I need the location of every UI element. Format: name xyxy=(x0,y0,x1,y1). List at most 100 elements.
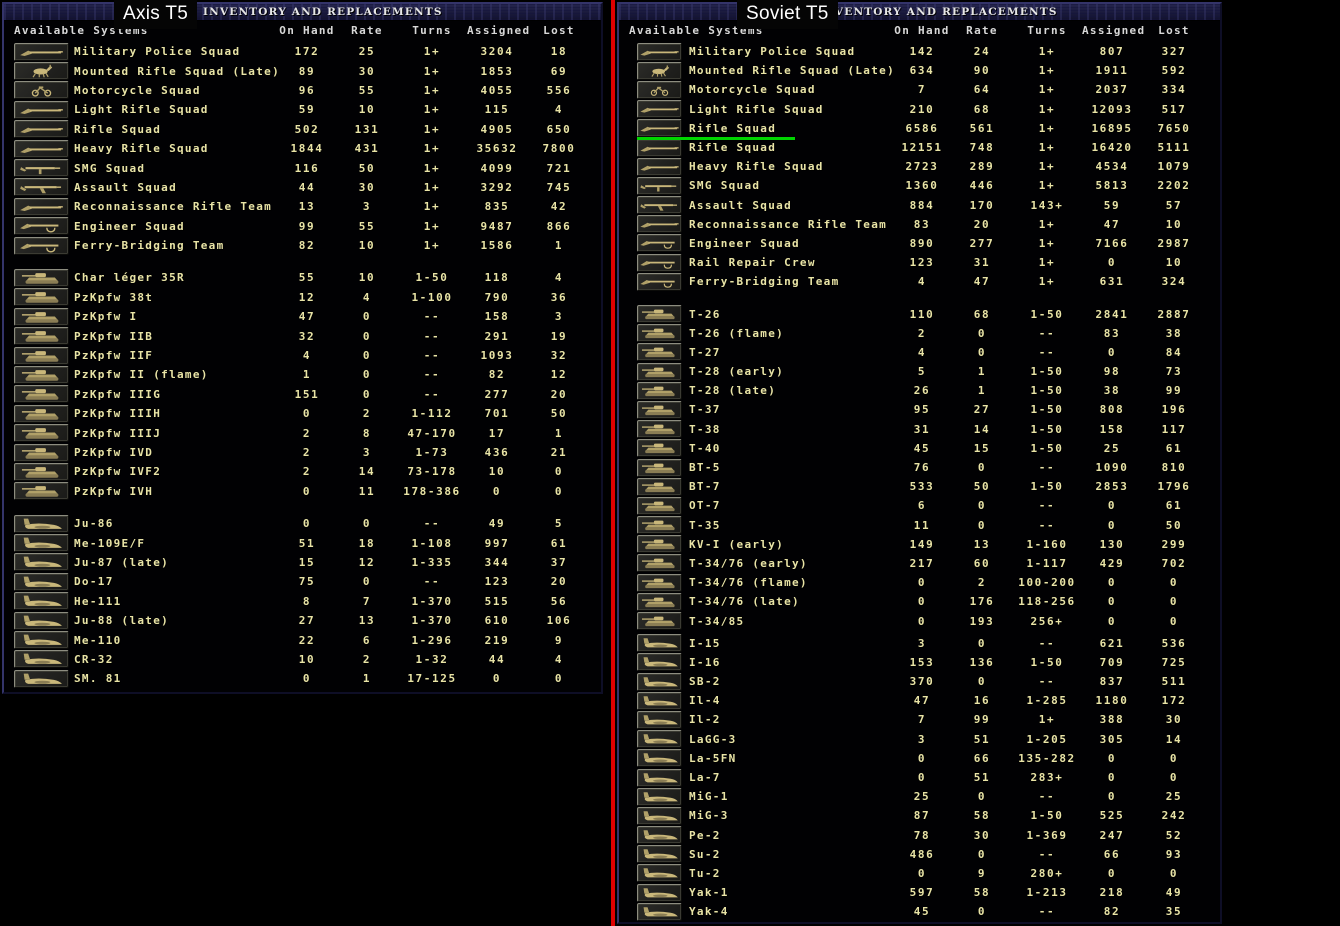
turns-value: 1+ xyxy=(423,200,441,214)
assigned-value: 98 xyxy=(1103,365,1121,379)
unit-icon-cell xyxy=(14,42,74,61)
aircraft-icon[interactable] xyxy=(637,902,682,921)
on-hand-value: 5 xyxy=(917,365,927,379)
rifle-icon[interactable] xyxy=(637,138,682,157)
rifle-icon[interactable] xyxy=(14,197,69,216)
tank-icon[interactable] xyxy=(14,462,69,481)
rifle-icon[interactable] xyxy=(14,139,69,158)
tank-icon[interactable] xyxy=(637,573,682,592)
aircraft-icon[interactable] xyxy=(637,883,682,902)
assigned-value: 1180 xyxy=(1095,694,1129,708)
engineer-rifle-icon[interactable] xyxy=(14,217,69,236)
rifle-icon[interactable] xyxy=(14,100,69,119)
tank-icon[interactable] xyxy=(637,612,682,631)
engineer-rifle-icon[interactable] xyxy=(637,272,682,291)
unit-name: T-26 (flame) xyxy=(689,326,785,340)
table-row: PzKpfw IVH 0 11 178-386 0 0 xyxy=(14,482,601,501)
smg-icon[interactable] xyxy=(14,159,69,178)
unit-icon-cell xyxy=(637,592,689,611)
tank-icon[interactable] xyxy=(637,324,682,343)
motorcycle-icon[interactable] xyxy=(637,80,682,99)
rate-value: 14 xyxy=(973,422,991,436)
cavalry-icon[interactable] xyxy=(637,61,682,80)
tank-icon[interactable] xyxy=(637,496,682,515)
unit-name: Heavy Rifle Squad xyxy=(74,142,209,156)
tank-icon[interactable] xyxy=(637,343,682,362)
tank-icon[interactable] xyxy=(637,477,682,496)
tank-icon[interactable] xyxy=(637,535,682,554)
aircraft-icon[interactable] xyxy=(637,826,682,845)
assigned-value: 16895 xyxy=(1091,121,1133,135)
tank-icon[interactable] xyxy=(14,443,69,462)
tank-icon[interactable] xyxy=(14,424,69,443)
tank-icon[interactable] xyxy=(637,305,682,324)
engineer-rifle-icon[interactable] xyxy=(637,234,682,253)
aircraft-icon[interactable] xyxy=(14,553,69,572)
tank-icon[interactable] xyxy=(14,307,69,326)
tank-icon[interactable] xyxy=(14,365,69,384)
column-header-assigned: Assigned xyxy=(1082,23,1146,37)
aircraft-icon[interactable] xyxy=(637,672,682,691)
aircraft-icon[interactable] xyxy=(637,749,682,768)
tank-icon[interactable] xyxy=(637,400,682,419)
aircraft-icon[interactable] xyxy=(637,730,682,749)
tank-icon[interactable] xyxy=(637,516,682,535)
aircraft-icon[interactable] xyxy=(637,653,682,672)
aircraft-icon[interactable] xyxy=(637,768,682,787)
aircraft-icon[interactable] xyxy=(14,611,69,630)
aircraft-icon[interactable] xyxy=(637,845,682,864)
aircraft-icon[interactable] xyxy=(14,514,69,533)
turns-value: -- xyxy=(423,349,441,363)
aircraft-icon[interactable] xyxy=(14,592,69,611)
aircraft-icon[interactable] xyxy=(637,864,682,883)
aircraft-icon[interactable] xyxy=(637,691,682,710)
tank-icon[interactable] xyxy=(637,592,682,611)
rifle-icon[interactable] xyxy=(637,215,682,234)
tank-icon[interactable] xyxy=(14,404,69,423)
unit-rows-container: Military Police Squad 172 25 1+ 3204 18 … xyxy=(4,39,601,689)
assault-rifle-icon[interactable] xyxy=(637,196,682,215)
motorcycle-icon[interactable] xyxy=(14,81,69,100)
rifle-icon[interactable] xyxy=(14,120,69,139)
aircraft-icon[interactable] xyxy=(14,631,69,650)
aircraft-icon[interactable] xyxy=(637,806,682,825)
cavalry-icon[interactable] xyxy=(14,62,69,81)
aircraft-icon[interactable] xyxy=(14,572,69,591)
tank-icon[interactable] xyxy=(14,268,69,287)
rifle-icon[interactable] xyxy=(637,42,682,61)
assault-rifle-icon[interactable] xyxy=(14,178,69,197)
rate-value: 3 xyxy=(362,446,372,459)
unit-name: BT-7 xyxy=(689,480,721,494)
rifle-icon[interactable] xyxy=(14,42,69,61)
aircraft-icon[interactable] xyxy=(637,710,682,729)
aircraft-icon[interactable] xyxy=(14,534,69,553)
tank-icon[interactable] xyxy=(637,458,682,477)
engineer-rifle-icon[interactable] xyxy=(14,236,69,255)
tank-icon[interactable] xyxy=(14,327,69,346)
turns-value: 1-335 xyxy=(411,555,453,569)
tank-icon[interactable] xyxy=(637,420,682,439)
rifle-icon[interactable] xyxy=(637,119,682,138)
rifle-icon[interactable] xyxy=(637,157,682,176)
on-hand-value: 45 xyxy=(913,905,931,919)
tank-icon[interactable] xyxy=(14,288,69,307)
tank-icon[interactable] xyxy=(637,554,682,573)
aircraft-icon[interactable] xyxy=(14,669,69,688)
aircraft-icon[interactable] xyxy=(14,650,69,669)
engineer-rifle-icon[interactable] xyxy=(637,253,682,272)
aircraft-icon[interactable] xyxy=(637,634,682,653)
turns-value: -- xyxy=(1038,636,1056,650)
tank-icon[interactable] xyxy=(637,381,682,400)
on-hand-value: 4 xyxy=(302,349,312,363)
aircraft-icon[interactable] xyxy=(637,787,682,806)
tank-icon[interactable] xyxy=(637,439,682,458)
rate-value: 0 xyxy=(977,326,987,340)
tank-icon[interactable] xyxy=(637,362,682,381)
unit-icon-cell xyxy=(637,806,689,825)
smg-icon[interactable] xyxy=(637,176,682,195)
table-row: PzKpfw II (flame) 1 0 -- 82 12 xyxy=(14,365,601,384)
tank-icon[interactable] xyxy=(14,346,69,365)
rifle-icon[interactable] xyxy=(637,100,682,119)
tank-icon[interactable] xyxy=(14,385,69,404)
tank-icon[interactable] xyxy=(14,482,69,501)
